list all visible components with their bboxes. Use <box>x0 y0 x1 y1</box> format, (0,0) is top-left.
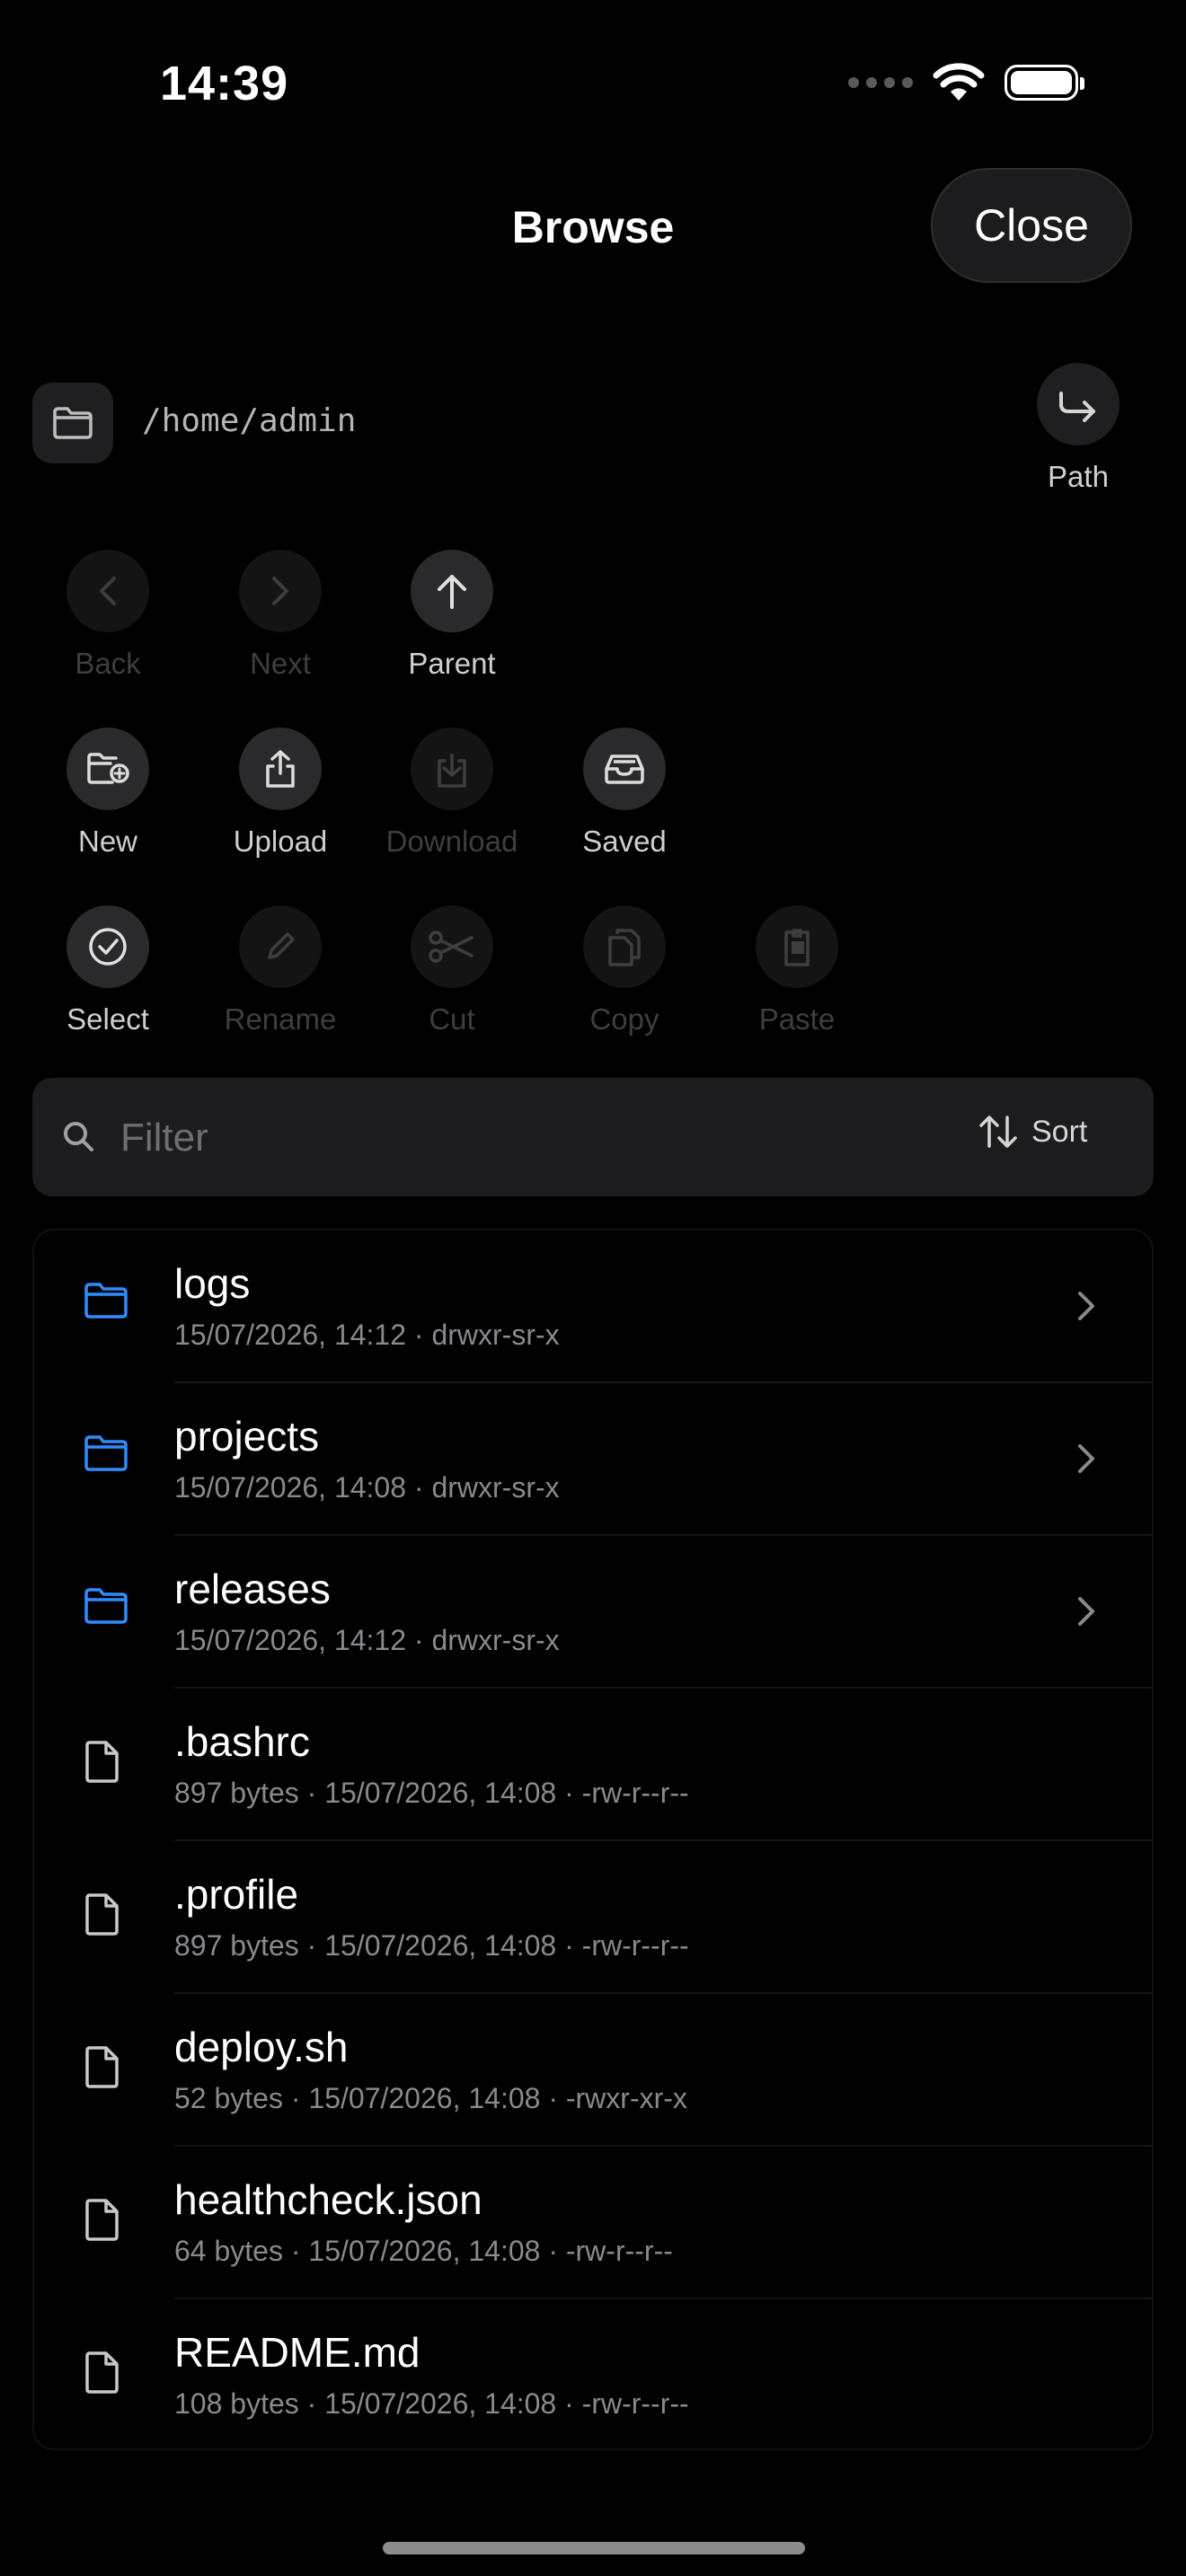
chevron-right-icon <box>1078 1597 1094 1626</box>
chevron-right-icon <box>1078 1292 1094 1320</box>
file-row-logs[interactable]: logs 15/07/2026, 14:12 · drwxr-sr-x <box>34 1231 1152 1383</box>
redirect-arrow-icon <box>1059 392 1095 422</box>
current-path: /home/admin <box>142 402 357 439</box>
chevron-left-icon <box>100 577 116 605</box>
parent-button[interactable]: Parent <box>367 550 537 681</box>
sort-arrows-icon <box>979 1116 1017 1148</box>
new-folder-button[interactable]: New <box>22 728 193 859</box>
sort-button[interactable]: Sort <box>978 1114 1087 1150</box>
file-meta: 15/07/2026, 14:08 · drwxr-sr-x <box>174 1471 560 1504</box>
filter-input[interactable] <box>119 1103 841 1173</box>
search-icon <box>64 1122 93 1151</box>
upload-button[interactable]: Upload <box>195 728 366 859</box>
pencil-icon <box>268 932 295 959</box>
file-name: .bashrc <box>174 1718 310 1765</box>
folder-icon <box>84 1588 128 1624</box>
file-meta: 52 bytes · 15/07/2026, 14:08 · -rwxr-xr-… <box>174 2082 687 2114</box>
file-name: .profile <box>174 1871 299 1918</box>
sort-label: Sort <box>1031 1114 1088 1149</box>
scissors-icon <box>429 931 474 963</box>
arrow-up-icon <box>438 575 466 609</box>
file-name: deploy.sh <box>174 2024 349 2070</box>
file-meta: 15/07/2026, 14:12 · drwxr-sr-x <box>174 1319 560 1351</box>
path-button[interactable]: Path <box>1037 363 1120 494</box>
file-meta: 64 bytes · 15/07/2026, 14:08 · -rw-r--r-… <box>174 2235 673 2267</box>
document-icon <box>85 2351 119 2394</box>
tray-icon <box>605 754 644 784</box>
paste-clipboard-icon <box>784 929 810 966</box>
cellular-signal-icon <box>848 77 913 88</box>
chevron-right-icon <box>272 577 288 605</box>
next-button[interactable]: Next <box>195 550 366 681</box>
next-label: Next <box>250 647 311 680</box>
copy-button[interactable]: Copy <box>539 905 710 1037</box>
cut-label: Cut <box>429 1002 475 1036</box>
file-meta: 897 bytes · 15/07/2026, 14:08 · -rw-r--r… <box>174 1777 689 1809</box>
back-label: Back <box>75 647 141 680</box>
file-name: README.md <box>174 2329 420 2376</box>
folder-icon <box>84 1435 128 1471</box>
rename-label: Rename <box>224 1002 337 1036</box>
copy-icon <box>608 929 641 966</box>
battery-icon <box>1005 65 1084 101</box>
document-icon <box>85 2199 119 2241</box>
saved-label: Saved <box>582 825 667 858</box>
close-button[interactable]: Close <box>931 168 1132 283</box>
checkmark-circle-icon <box>89 928 127 966</box>
paste-button[interactable]: Paste <box>712 905 882 1037</box>
share-upload-icon <box>266 750 295 788</box>
file-name: healthcheck.json <box>174 2176 482 2223</box>
new-label: New <box>77 825 138 858</box>
download-button[interactable]: Download <box>367 728 537 859</box>
upload-label: Upload <box>233 825 328 858</box>
file-meta: 108 bytes · 15/07/2026, 14:08 · -rw-r--r… <box>174 2387 689 2420</box>
download-label: Download <box>385 825 518 858</box>
cut-button[interactable]: Cut <box>367 905 537 1037</box>
file-meta: 15/07/2026, 14:12 · drwxr-sr-x <box>174 1624 560 1656</box>
status-icons <box>848 63 1084 102</box>
file-row-deploy[interactable]: deploy.sh 52 bytes · 15/07/2026, 14:08 ·… <box>34 1994 1152 2147</box>
document-icon <box>85 1741 119 1783</box>
saved-button[interactable]: Saved <box>539 728 710 859</box>
file-name: logs <box>174 1260 251 1307</box>
rename-button[interactable]: Rename <box>195 905 366 1037</box>
parent-label: Parent <box>408 647 496 680</box>
home-indicator[interactable] <box>383 2542 805 2554</box>
file-row-healthcheck[interactable]: healthcheck.json 64 bytes · 15/07/2026, … <box>34 2147 1152 2299</box>
file-row-readme[interactable]: README.md 108 bytes · 15/07/2026, 14:08 … <box>34 2299 1152 2448</box>
document-icon <box>85 2046 119 2088</box>
file-row-bashrc[interactable]: .bashrc 897 bytes · 15/07/2026, 14:08 · … <box>34 1689 1152 1841</box>
file-name: releases <box>174 1566 331 1612</box>
paste-label: Paste <box>758 1002 836 1036</box>
file-row-profile[interactable]: .profile 897 bytes · 15/07/2026, 14:08 ·… <box>34 1841 1152 1994</box>
file-name: projects <box>174 1413 320 1460</box>
copy-label: Copy <box>589 1002 659 1036</box>
file-list: logs 15/07/2026, 14:12 · drwxr-sr-x proj… <box>32 1229 1154 2450</box>
chevron-right-icon <box>1078 1444 1094 1473</box>
download-icon <box>438 754 466 788</box>
folder-icon <box>84 1283 128 1319</box>
wifi-icon <box>933 63 985 101</box>
file-row-projects[interactable]: projects 15/07/2026, 14:08 · drwxr-sr-x <box>34 1383 1152 1536</box>
select-button[interactable]: Select <box>22 905 193 1037</box>
back-button[interactable]: Back <box>22 550 193 681</box>
status-time: 14:39 <box>160 57 289 110</box>
path-button-label: Path <box>1048 460 1109 493</box>
path-folder-icon <box>32 383 113 463</box>
file-meta: 897 bytes · 15/07/2026, 14:08 · -rw-r--r… <box>174 1929 689 1962</box>
document-icon <box>85 1893 119 1936</box>
file-row-releases[interactable]: releases 15/07/2026, 14:12 · drwxr-sr-x <box>34 1536 1152 1689</box>
folder-plus-icon <box>87 753 129 784</box>
select-label: Select <box>66 1002 149 1036</box>
